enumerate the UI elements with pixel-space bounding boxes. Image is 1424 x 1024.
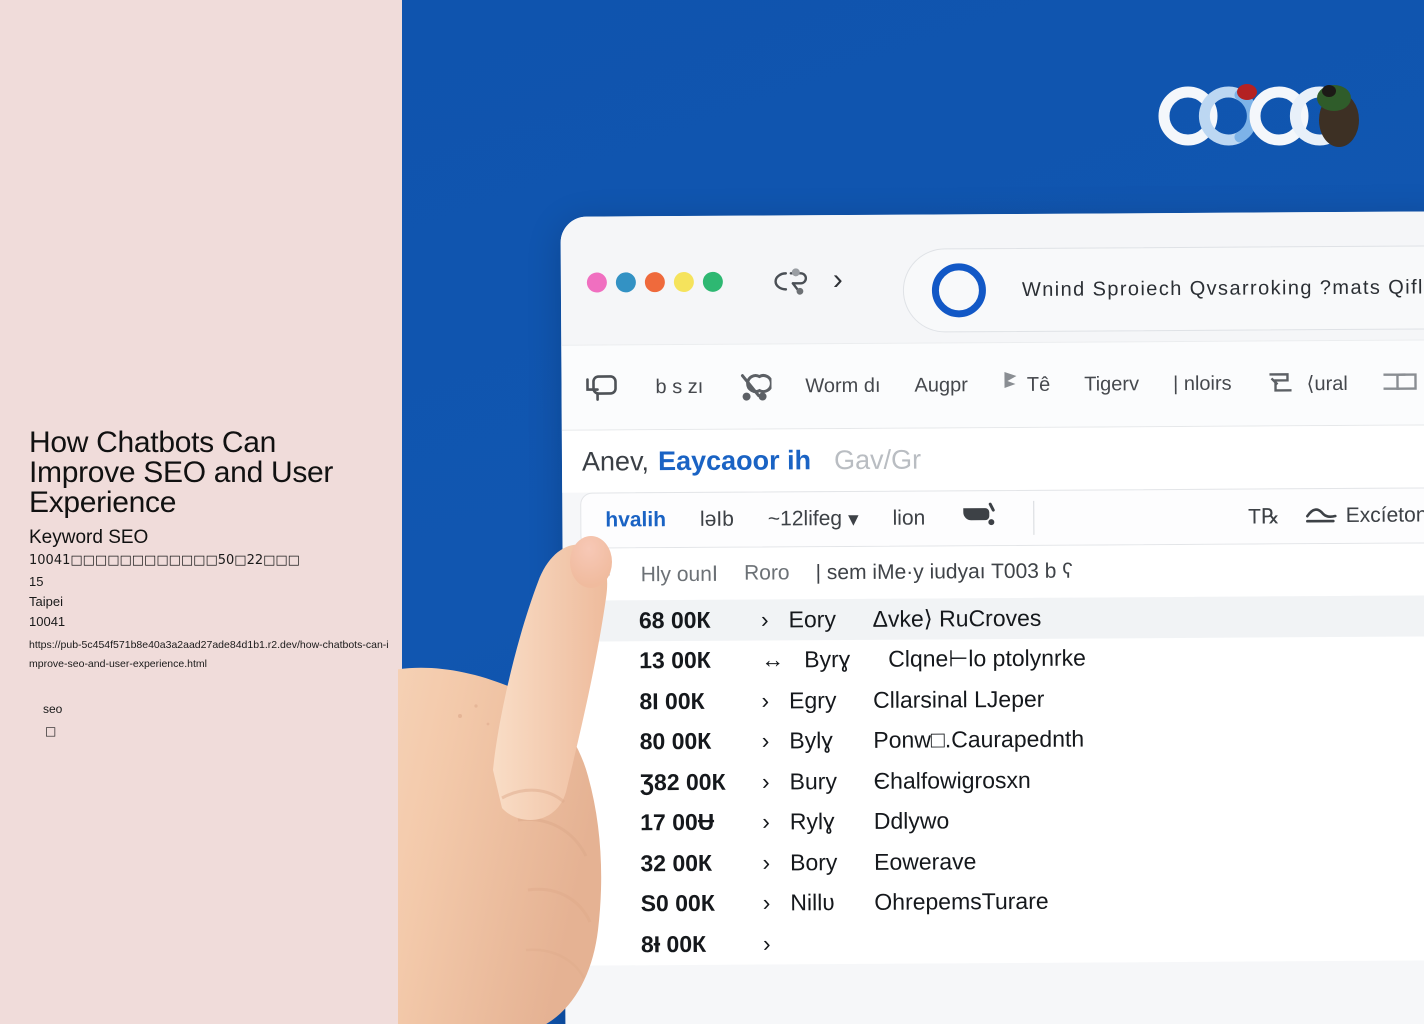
- row-label: Clqne⊢lo ptolynrke: [888, 644, 1087, 673]
- row-arrow-icon: ›: [762, 930, 771, 957]
- filter-tab-4[interactable]: lion: [893, 507, 926, 531]
- toolbar-item-5[interactable]: Augpr: [914, 374, 968, 397]
- row-arrow-icon: ›: [762, 808, 770, 835]
- row-arrow-icon: ›: [760, 606, 769, 633]
- row-arrow-icon: ›: [762, 889, 771, 916]
- filter-tab-3-label: ~12lifeg: [767, 507, 843, 531]
- row-arrow-icon: ›: [762, 849, 771, 876]
- row-label: Δvke⟩ RuCroves: [872, 604, 1042, 632]
- row-arrow-icon: ›: [761, 768, 770, 795]
- row-arrow-icon: ↔: [761, 646, 785, 673]
- meta-zip: 10041: [29, 614, 66, 629]
- subheader-item-3: | sem iMe·y iudyaı T003 b ʕ: [815, 559, 1073, 585]
- article-panel: How Chatbots Can Improve SEO and User Ex…: [0, 0, 402, 1024]
- row-label: Єhalfowigrosxn: [873, 766, 1031, 794]
- dot-green[interactable]: [702, 271, 723, 292]
- row-label: Ponw□.Caurapednth: [873, 725, 1085, 754]
- page-title: How Chatbots Can Improve SEO and User Ex…: [29, 426, 334, 519]
- window-controls[interactable]: [586, 271, 723, 293]
- filter-right-2-label: Excíetonı: [1345, 503, 1424, 527]
- back-chat-icon[interactable]: [771, 267, 811, 297]
- toolbar-item-4[interactable]: Worm dı: [805, 374, 880, 397]
- cart-glyph-icon: [959, 500, 999, 536]
- dot-yellow[interactable]: [673, 271, 694, 293]
- scissors-glyph-icon: [737, 370, 772, 402]
- row-label: OhrepemsTurare: [874, 888, 1049, 916]
- chevron-down-icon: ▾: [847, 507, 859, 531]
- page-heading: Anev, Eaycaoor ih Gav/Gr: [561, 425, 1424, 493]
- keyword-tag: seo: [43, 702, 63, 716]
- toolbar-item-9-label: ⟨ural: [1306, 372, 1348, 395]
- row-tag: Egry: [789, 686, 837, 714]
- dot-orange[interactable]: [644, 272, 665, 293]
- article-subtitle: Keyword SEO: [29, 527, 149, 548]
- article-url[interactable]: https://pub-5c454f571b8e40a3a2aad27ade84…: [29, 636, 389, 674]
- dot-blue[interactable]: [615, 272, 636, 293]
- filter-right-2[interactable]: Excíetonı: [1304, 499, 1424, 532]
- browser-titlebar: › Wnind Sproiech Qvsarroking ?mats Qifl …: [560, 211, 1424, 345]
- dot-pink[interactable]: [586, 272, 607, 293]
- toolbar-item-7[interactable]: Tigerv: [1084, 373, 1139, 396]
- omnibox-value: Wnind Sproiech Qvsarroking ?mats Qifl ··: [1021, 275, 1424, 301]
- row-tag: Bylɣ: [789, 727, 833, 754]
- filter-tab-icon[interactable]: [959, 500, 999, 536]
- brand-logo: [1158, 78, 1364, 154]
- row-tag: Bory: [790, 848, 838, 876]
- subheader-item-2[interactable]: Roro: [744, 561, 790, 585]
- meta-city: Taipei: [29, 594, 63, 609]
- toolbar-item-10[interactable]: [1382, 367, 1424, 397]
- pointing-hand-photo: [338, 520, 728, 1024]
- browser-toolbar: b s zı Worm dı Augpr Tê Tigerv | nloirs …: [561, 339, 1424, 431]
- row-label: Ddlywo: [873, 807, 950, 835]
- row-tag: Rylɣ: [789, 808, 835, 835]
- row-tag: Byrɣ: [804, 646, 851, 673]
- filter-right-1[interactable]: T℞: [1248, 504, 1280, 529]
- heading-emphasis: Eaycaoor ih: [657, 444, 812, 476]
- row-tag: Nillʋ: [790, 889, 835, 916]
- toolbar-item-9[interactable]: ⟨ural: [1266, 368, 1348, 399]
- toolbar-item-8[interactable]: | nloirs: [1173, 372, 1232, 395]
- omnibox[interactable]: Wnind Sproiech Qvsarroking ?mats Qifl ··: [902, 244, 1424, 333]
- search-ring-icon: [931, 263, 987, 318]
- box-glyph-icon-2: [1382, 367, 1424, 397]
- row-label: Eowerave: [874, 847, 977, 875]
- heading-suffix: Gav/Gr: [833, 444, 922, 475]
- chevron-right-icon[interactable]: ›: [833, 263, 843, 296]
- filter-bar-right: T℞ Excíetonı: [1248, 499, 1424, 532]
- toolbar-item-1[interactable]: [581, 371, 621, 403]
- heading-prefix: Anev,: [581, 445, 650, 477]
- curve-glyph-icon: [1304, 500, 1340, 532]
- flag-glyph-icon: [1002, 370, 1020, 400]
- row-arrow-icon: ›: [761, 727, 770, 754]
- meta-address: 10041□□□□□□□□□□□□50□22□□□: [29, 553, 300, 568]
- tag-box-icon: □: [45, 724, 57, 738]
- row-tag: Eory: [788, 605, 836, 633]
- meta-number: 15: [29, 574, 44, 589]
- bookmark-glyph-icon: [581, 371, 621, 403]
- toolbar-item-3[interactable]: [737, 370, 772, 402]
- toolbar-item-6[interactable]: Tê: [1002, 370, 1051, 400]
- box-glyph-icon: [1266, 368, 1300, 398]
- screenshot-root: How Chatbots Can Improve SEO and User Ex…: [0, 0, 1424, 1024]
- toolbar-item-2[interactable]: b s zı: [655, 375, 703, 398]
- filter-divider: [1033, 500, 1035, 535]
- filter-tab-3[interactable]: ~12lifeg ▾: [768, 506, 859, 532]
- row-tag: Bury: [789, 767, 837, 795]
- row-arrow-icon: ›: [761, 687, 770, 714]
- row-label: Cllarsinal LJeper: [873, 685, 1045, 713]
- toolbar-item-6-label: Tê: [1026, 373, 1051, 396]
